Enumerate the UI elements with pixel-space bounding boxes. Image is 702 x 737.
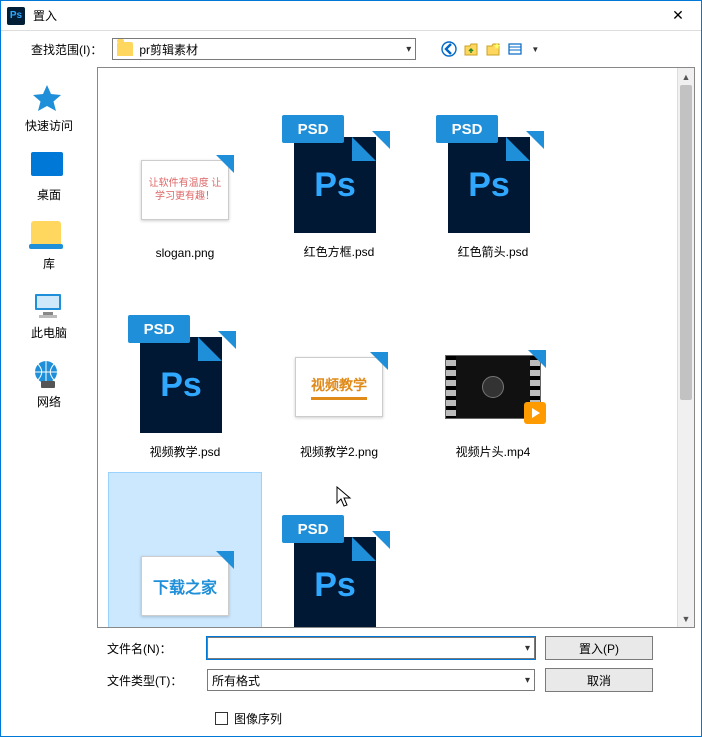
chevron-down-icon: ▾ (525, 675, 530, 686)
ps-glyph: Ps (468, 166, 510, 205)
sidebar-item-this-pc[interactable]: 此电脑 (9, 290, 89, 341)
scrollbar[interactable]: ▲ ▼ (677, 68, 694, 627)
file-item[interactable]: PSDPs 视频教学.psd (108, 272, 262, 468)
look-in-combo[interactable]: pr剪辑素材 ▾ (112, 38, 416, 60)
look-in-label: 查找范围(I)： (31, 41, 102, 58)
cancel-button[interactable]: 取消 (545, 668, 653, 692)
scroll-thumb[interactable] (680, 85, 692, 400)
globe-icon (31, 359, 67, 389)
sidebar-item-label: 网络 (37, 393, 61, 410)
sidebar-item-label: 库 (43, 255, 55, 272)
scroll-down-icon[interactable]: ▼ (678, 610, 694, 627)
folder-icon (117, 42, 133, 56)
computer-icon (31, 290, 67, 320)
filetype-label: 文件类型(T)： (97, 672, 197, 689)
scroll-up-icon[interactable]: ▲ (678, 68, 694, 85)
ps-glyph: Ps (314, 566, 356, 605)
sidebar-item-label: 此电脑 (31, 324, 67, 341)
psd-badge: PSD (128, 315, 190, 343)
psd-thumb: PSDPs (140, 337, 230, 437)
image-sequence-checkbox[interactable] (215, 712, 228, 725)
chevron-down-icon: ▾ (525, 643, 530, 654)
footer: 图像序列 (1, 700, 701, 736)
window-title: 置入 (33, 7, 57, 24)
video-thumb (445, 355, 541, 419)
play-icon (524, 402, 546, 424)
thumb-text: 下载之家 (153, 574, 217, 598)
file-name: 视频教学2.png (300, 443, 378, 460)
ps-glyph: Ps (160, 366, 202, 405)
filename-label: 文件名(N)： (97, 640, 197, 657)
psd-badge: PSD (282, 115, 344, 143)
file-item[interactable]: 视频教学 视频教学2.png (262, 272, 416, 468)
thumb-text: 视频教学 (311, 375, 367, 400)
titlebar: Ps 置入 ✕ (1, 1, 701, 31)
new-folder-icon[interactable] (484, 40, 502, 58)
psd-thumb: PSDPs (294, 137, 384, 237)
filename-input[interactable]: ▾ (207, 637, 535, 659)
psd-thumb: PSDPs (448, 137, 538, 237)
file-name: 红色方框.psd (304, 243, 375, 260)
file-item[interactable]: PSDPs 红色箭头.psd (416, 72, 570, 268)
thumb-text: 让软件有温度 让学习更有趣！ (146, 177, 224, 204)
file-name: 红色箭头.psd (458, 243, 529, 260)
file-list[interactable]: 让软件有温度 让学习更有趣！ slogan.png PSDPs 红色方框.psd… (98, 68, 694, 627)
look-in-value: pr剪辑素材 (139, 41, 406, 58)
view-menu-icon[interactable] (506, 40, 524, 58)
file-name: slogan.png (156, 246, 215, 260)
up-level-icon[interactable] (462, 40, 480, 58)
ps-glyph: Ps (314, 166, 356, 205)
file-item[interactable]: PSDPs 红色方框.psd (262, 72, 416, 268)
file-name: 视频片头.mp4 (456, 443, 531, 460)
png-thumb: 视频教学 (295, 357, 383, 417)
sidebar-item-quick-access[interactable]: 快速访问 (9, 83, 89, 134)
back-icon[interactable] (440, 40, 458, 58)
star-icon (31, 83, 67, 113)
shortcut-badge-icon (216, 155, 234, 173)
png-thumb: 让软件有温度 让学习更有趣！ (141, 160, 229, 220)
psd-badge: PSD (436, 115, 498, 143)
libraries-icon (31, 221, 61, 249)
chevron-down-icon: ▾ (406, 44, 411, 55)
filetype-value: 所有格式 (212, 672, 525, 689)
psd-badge: PSD (282, 515, 344, 543)
places-sidebar: 快速访问 桌面 库 此电脑 网络 (1, 67, 97, 700)
toolbar-icons: ▼ (440, 40, 544, 58)
sidebar-item-label: 快速访问 (25, 117, 73, 134)
place-button[interactable]: 置入(P) (545, 636, 653, 660)
filetype-select[interactable]: 所有格式 ▾ (207, 669, 535, 691)
image-sequence-label: 图像序列 (234, 710, 282, 727)
shortcut-badge-icon (216, 551, 234, 569)
sidebar-item-label: 桌面 (37, 186, 61, 203)
sidebar-item-network[interactable]: 网络 (9, 359, 89, 410)
view-menu-drop-icon[interactable]: ▼ (526, 40, 544, 58)
dialog-window: Ps 置入 ✕ 查找范围(I)： pr剪辑素材 ▾ ▼ (0, 0, 702, 737)
file-name: 视频教学.psd (150, 443, 221, 460)
file-item[interactable]: PSDPs 字幕背景.psd (262, 472, 416, 627)
file-item[interactable]: 下载之家 下载之家.png (108, 472, 262, 627)
bottom-panel: 文件名(N)： ▾ 置入(P) 文件类型(T)： 所有格式 ▾ 取消 (97, 632, 701, 700)
file-browser: 让软件有温度 让学习更有趣！ slogan.png PSDPs 红色方框.psd… (97, 67, 695, 628)
look-in-toolbar: 查找范围(I)： pr剪辑素材 ▾ ▼ (1, 31, 701, 67)
file-item[interactable]: 视频片头.mp4 (416, 272, 570, 468)
sidebar-item-desktop[interactable]: 桌面 (9, 152, 89, 203)
photoshop-icon: Ps (7, 7, 25, 25)
desktop-icon (31, 152, 63, 176)
file-item[interactable]: 让软件有温度 让学习更有趣！ slogan.png (108, 72, 262, 268)
png-thumb: 下载之家 (141, 556, 229, 616)
psd-thumb: PSDPs (294, 537, 384, 627)
close-button[interactable]: ✕ (655, 1, 701, 31)
sidebar-item-libraries[interactable]: 库 (9, 221, 89, 272)
shortcut-badge-icon (370, 352, 388, 370)
